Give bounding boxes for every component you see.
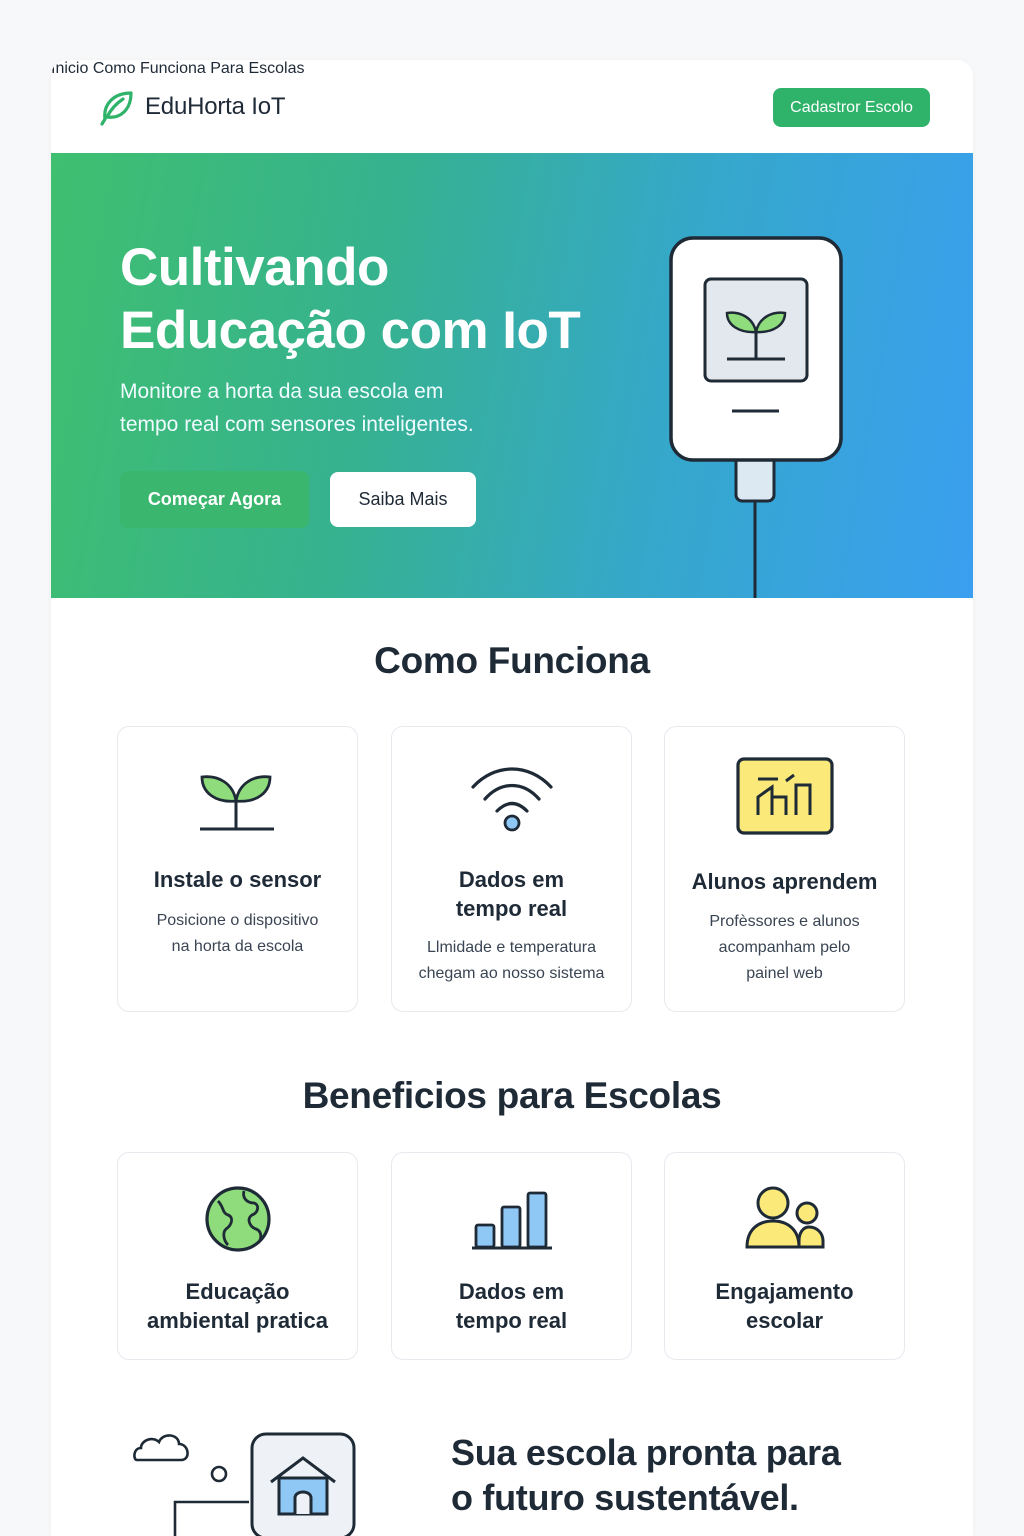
how-it-works-title: Como Funciona <box>374 640 650 681</box>
site-header: EduHorta IoT Inicio Como Funciona Para E… <box>51 60 973 153</box>
cloud-icon <box>133 1434 189 1462</box>
how-card-title: Instale o sensor <box>153 867 322 892</box>
hero-section: Cultivando Educação com IoT Monitore a h… <box>51 153 973 598</box>
closing-title-line-2: o futuro sustentável. <box>451 1477 799 1518</box>
how-card-title: Dados em tempo real <box>402 865 621 923</box>
closing-title: Sua escola pronta para o futuro sustentá… <box>451 1430 911 1520</box>
description-line: Posicione o dispositivo <box>156 912 319 929</box>
landing-page: EduHorta IoT Inicio Como Funciona Para E… <box>51 60 973 1536</box>
bar-chart-icon <box>471 1191 552 1250</box>
globe-icon <box>204 1186 271 1252</box>
benefit-card-realtime-data: Dados em tempo real <box>391 1152 632 1360</box>
how-card-description: Posicione o dispositivo na horta da esco… <box>130 908 345 960</box>
leaf-logo-icon <box>100 91 133 126</box>
hero-title-line-1: Cultivando <box>120 238 389 297</box>
smart-school-illustration <box>133 1432 356 1536</box>
how-card-students-learn: Alunos aprendem Profèssores e alunos aco… <box>664 726 905 1012</box>
hero-subtitle-line-1: Monitore a horta da sua escola em <box>120 380 444 403</box>
benefit-card-engagement: Engajamento escolar <box>664 1152 905 1360</box>
description-line: Profèssores e alunos <box>709 913 860 930</box>
description-line: na horta da escola <box>171 938 304 955</box>
how-card-install: Instale o sensor Posicione o dispositivo… <box>117 726 358 1012</box>
iot-sensor-device-illustration <box>669 236 843 598</box>
title-line: tempo real <box>455 896 568 921</box>
description-line: painel web <box>746 965 823 982</box>
nav-link-para-escolas[interactable]: Para Escolas <box>210 60 304 77</box>
benefit-card-title: Dados em tempo real <box>402 1277 621 1335</box>
learn-more-button[interactable]: Saiba Mais <box>330 472 476 527</box>
hero-subtitle-line-2: tempo real com sensores inteligentes. <box>120 413 474 436</box>
how-card-description: Llmidade e temperatura chegam ao nosso s… <box>404 935 619 987</box>
title-line: escolar <box>745 1308 824 1333</box>
nav-link-inicio[interactable]: Inicio <box>51 60 88 77</box>
register-school-button[interactable]: Cadastror Escolo <box>773 88 930 127</box>
hero-title-line-2: Educação com IoT <box>120 301 581 360</box>
brand-name: EduHorta IoT <box>145 93 286 120</box>
benefits-title: Beneficios para Escolas <box>302 1075 722 1116</box>
benefit-card-title: Educação ambiental pratica <box>128 1277 347 1335</box>
node-icon <box>210 1465 228 1483</box>
sprout-icon <box>199 775 274 831</box>
brand-logo[interactable]: EduHorta IoT <box>97 87 286 127</box>
hero-title: Cultivando Educação com IoT <box>120 236 640 362</box>
title-line: Engajamento <box>715 1279 854 1304</box>
description-line: acompanham pelo <box>718 939 851 956</box>
description-line: chegam ao nosso sistema <box>418 965 605 982</box>
title-line: ambiental pratica <box>147 1308 328 1333</box>
title-line: Dados em <box>458 1279 565 1304</box>
hero-subtitle: Monitore a horta da sua escola em tempo … <box>120 375 550 441</box>
wifi-icon <box>470 767 553 832</box>
how-card-title: Alunos aprendem <box>691 869 878 894</box>
title-line: tempo real <box>455 1308 568 1333</box>
benefit-card-environmental: Educação ambiental pratica <box>117 1152 358 1360</box>
how-card-description: Profèssores e alunos acompanham pelo pai… <box>677 909 892 987</box>
closing-title-line-1: Sua escola pronta para <box>451 1432 841 1473</box>
how-card-realtime: Dados em tempo real Llmidade e temperatu… <box>391 726 632 1012</box>
title-line: Dados em <box>458 867 565 892</box>
users-icon <box>744 1186 824 1249</box>
nav-link-como-funciona[interactable]: Como Funciona <box>93 60 206 77</box>
title-line: Educação <box>185 1279 290 1304</box>
dashboard-chart-icon <box>735 757 834 835</box>
benefit-card-title: Engajamento escolar <box>675 1277 894 1335</box>
start-now-button[interactable]: Começar Agora <box>120 471 309 528</box>
description-line: Llmidade e temperatura <box>427 939 596 956</box>
